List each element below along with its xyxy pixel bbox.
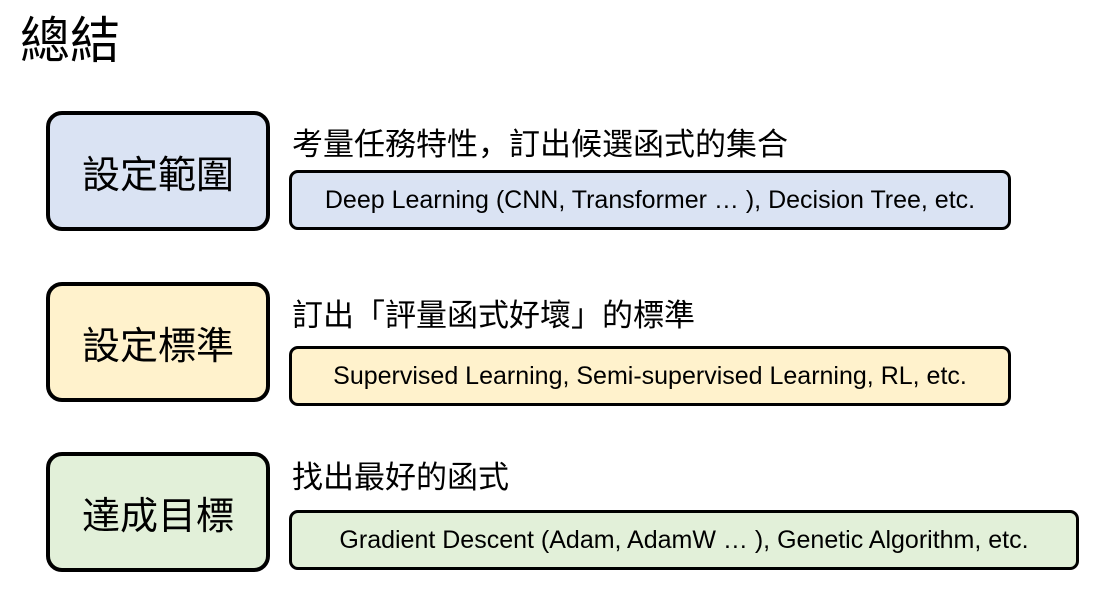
step-examples-box: Supervised Learning, Semi-supervised Lea… xyxy=(289,346,1011,406)
step-box-label: 設定標準 xyxy=(81,323,234,368)
step-box-set-scope: 設定範圍 xyxy=(46,111,270,231)
step-examples-box: Gradient Descent (Adam, AdamW … ), Genet… xyxy=(289,510,1079,570)
page-title: 總結 xyxy=(20,12,120,70)
step-description: 訂出「評量函式好壞」的標準 xyxy=(292,298,695,334)
step-description: 找出最好的函式 xyxy=(292,460,509,496)
step-examples-box: Deep Learning (CNN, Transformer … ), Dec… xyxy=(289,170,1011,230)
step-description: 考量任務特性，訂出候選函式的集合 xyxy=(292,127,788,163)
step-examples-text: Gradient Descent (Adam, AdamW … ), Genet… xyxy=(339,525,1029,554)
step-box-label: 達成目標 xyxy=(81,493,234,538)
step-box-label: 設定範圍 xyxy=(81,152,234,197)
step-examples-text: Deep Learning (CNN, Transformer … ), Dec… xyxy=(324,185,976,214)
step-examples-text: Supervised Learning, Semi-supervised Lea… xyxy=(333,361,967,390)
step-box-set-criterion: 設定標準 xyxy=(46,282,270,402)
step-box-achieve-goal: 達成目標 xyxy=(46,452,270,572)
